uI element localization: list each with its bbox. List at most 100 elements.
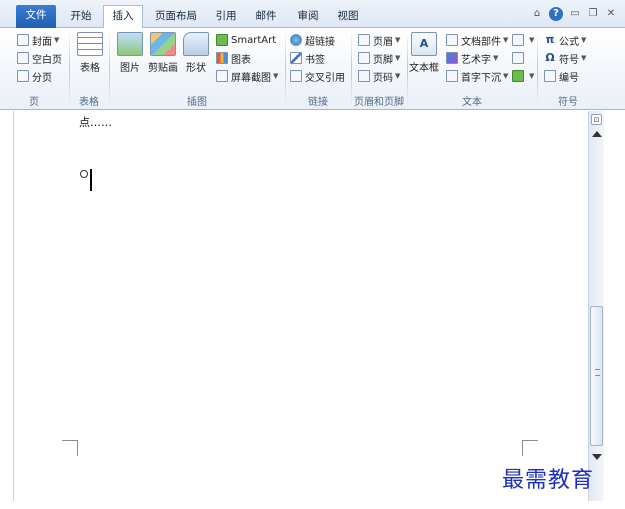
group-label-tables: 表格 — [79, 97, 99, 108]
crop-mark-left — [62, 440, 78, 456]
grip-icon — [595, 369, 600, 376]
chart-icon — [216, 52, 228, 64]
omega-icon: Ω — [545, 51, 555, 64]
cover-page-button[interactable]: 封面 ▼ — [17, 32, 59, 48]
group-pages: 封面 ▼ 空白页 分页 页 — [0, 28, 68, 110]
chevron-down-icon: ▼ — [395, 54, 401, 62]
object-button[interactable]: ▼ — [512, 68, 534, 84]
window-controls: ⌂ ? ▭ ❐ ✕ — [531, 7, 617, 21]
cross-reference-icon — [290, 70, 302, 82]
signature-line-button[interactable]: ▼ — [512, 32, 534, 48]
scroll-down-icon[interactable] — [592, 454, 602, 460]
chevron-down-icon: ▼ — [529, 36, 535, 44]
symbol-button[interactable]: Ω 符号 ▼ — [544, 50, 586, 66]
chart-button[interactable]: 图表 — [216, 50, 251, 66]
tab-page-layout[interactable]: 页面布局 — [148, 6, 204, 28]
ribbon-collapse-icon[interactable]: ⌂ — [531, 7, 543, 21]
tab-insert[interactable]: 插入 — [103, 5, 143, 28]
table-icon — [77, 32, 103, 56]
hyperlink-button[interactable]: 超链接 — [290, 32, 335, 48]
group-links: 超链接 书签 交叉引用 链接 — [286, 28, 350, 110]
group-text: A 文本框 文档部件 ▼ 艺术字 ▼ 首字下沉 ▼ ▼ ▼ 文本 — [408, 28, 536, 110]
tab-references[interactable]: 引用 — [208, 6, 244, 28]
chevron-down-icon: ▼ — [395, 36, 401, 44]
chevron-down-icon: ▼ — [581, 36, 587, 44]
wordart-button[interactable]: 艺术字 ▼ — [446, 50, 498, 66]
footer-icon — [358, 52, 370, 64]
group-label-text: 文本 — [462, 97, 482, 108]
numbering-icon — [544, 70, 556, 82]
blank-page-button[interactable]: 空白页 — [17, 50, 62, 66]
quick-parts-button[interactable]: 文档部件 ▼ — [446, 32, 508, 48]
signature-icon — [512, 34, 524, 46]
bookmark-button[interactable]: 书签 — [290, 50, 325, 66]
help-icon[interactable]: ? — [549, 7, 563, 21]
tab-review[interactable]: 审阅 — [290, 6, 326, 28]
table-button[interactable]: 表格 — [76, 32, 104, 74]
group-tables: 表格 表格 — [70, 28, 108, 110]
chevron-down-icon: ▼ — [581, 54, 587, 62]
drop-cap-icon — [446, 70, 458, 82]
footer-button[interactable]: 页脚 ▼ — [358, 50, 400, 66]
text-caret — [90, 169, 92, 191]
page-edge — [13, 111, 14, 501]
chevron-down-icon: ▼ — [273, 72, 279, 80]
header-icon — [358, 34, 370, 46]
equation-button[interactable]: π 公式 ▼ — [544, 32, 587, 48]
smartart-icon — [216, 34, 228, 46]
page-number-button[interactable]: 页码 ▼ — [358, 68, 400, 84]
watermark: 最需教育 — [502, 468, 595, 493]
crop-mark-right — [522, 440, 538, 456]
ribbon-insert: 封面 ▼ 空白页 分页 页 表格 表格 图片 剪贴画 形状 SmartArt 图… — [0, 28, 625, 110]
blank-page-icon — [17, 52, 29, 64]
drop-cap-button[interactable]: 首字下沉 ▼ — [446, 68, 508, 84]
shapes-icon — [183, 32, 209, 56]
smartart-button[interactable]: SmartArt — [216, 32, 276, 48]
pi-icon: π — [545, 33, 555, 46]
tab-mailings[interactable]: 邮件 — [248, 6, 284, 28]
chevron-down-icon: ▼ — [529, 72, 535, 80]
group-label-links: 链接 — [308, 97, 328, 108]
chevron-down-icon: ▼ — [54, 36, 60, 44]
group-label-pages: 页 — [29, 97, 39, 108]
ruler-toggle-icon[interactable]: ⊡ — [591, 114, 602, 125]
chevron-down-icon: ▼ — [503, 72, 509, 80]
chevron-down-icon: ▼ — [503, 36, 509, 44]
scrollbar-thumb[interactable] — [590, 306, 603, 446]
scroll-up-icon[interactable] — [592, 131, 602, 137]
tab-view[interactable]: 视图 — [330, 6, 366, 28]
close-icon[interactable]: ✕ — [605, 7, 617, 21]
shapes-button[interactable]: 形状 — [182, 32, 210, 74]
date-time-icon — [512, 52, 524, 64]
page-break-button[interactable]: 分页 — [17, 68, 52, 84]
screenshot-button[interactable]: 屏幕截图 ▼ — [216, 68, 278, 84]
quick-parts-icon — [446, 34, 458, 46]
group-label-symbols: 符号 — [558, 97, 578, 108]
textbox-button[interactable]: A 文本框 — [408, 32, 440, 74]
picture-icon — [117, 32, 143, 56]
tab-home[interactable]: 开始 — [62, 6, 100, 28]
group-header-footer: 页眉 ▼ 页脚 ▼ 页码 ▼ 页眉和页脚 — [352, 28, 406, 110]
tab-file[interactable]: 文件 — [16, 5, 56, 28]
group-illustrations: 图片 剪贴画 形状 SmartArt 图表 屏幕截图 ▼ 插图 — [110, 28, 284, 110]
date-time-button[interactable] — [512, 50, 527, 66]
cover-page-icon — [17, 34, 29, 46]
vertical-scrollbar[interactable]: ⊡ — [588, 111, 604, 501]
cross-reference-button[interactable]: 交叉引用 — [290, 68, 345, 84]
chevron-down-icon: ▼ — [395, 72, 401, 80]
header-button[interactable]: 页眉 ▼ — [358, 32, 400, 48]
picture-button[interactable]: 图片 — [116, 32, 144, 74]
restore-icon[interactable]: ❐ — [587, 7, 599, 21]
minimize-icon[interactable]: ▭ — [569, 7, 581, 21]
globe-icon — [290, 34, 302, 46]
page-number-icon — [358, 70, 370, 82]
clipart-button[interactable]: 剪贴画 — [146, 32, 180, 74]
group-label-illustrations: 插图 — [187, 97, 207, 108]
document-text[interactable]: 点…… — [79, 114, 112, 130]
textbox-icon: A — [411, 32, 437, 56]
numbering-button[interactable]: 编号 — [544, 68, 579, 84]
bookmark-icon — [290, 52, 302, 64]
screenshot-icon — [216, 70, 228, 82]
group-label-header-footer: 页眉和页脚 — [354, 97, 404, 108]
paragraph-anchor-icon — [80, 170, 88, 178]
